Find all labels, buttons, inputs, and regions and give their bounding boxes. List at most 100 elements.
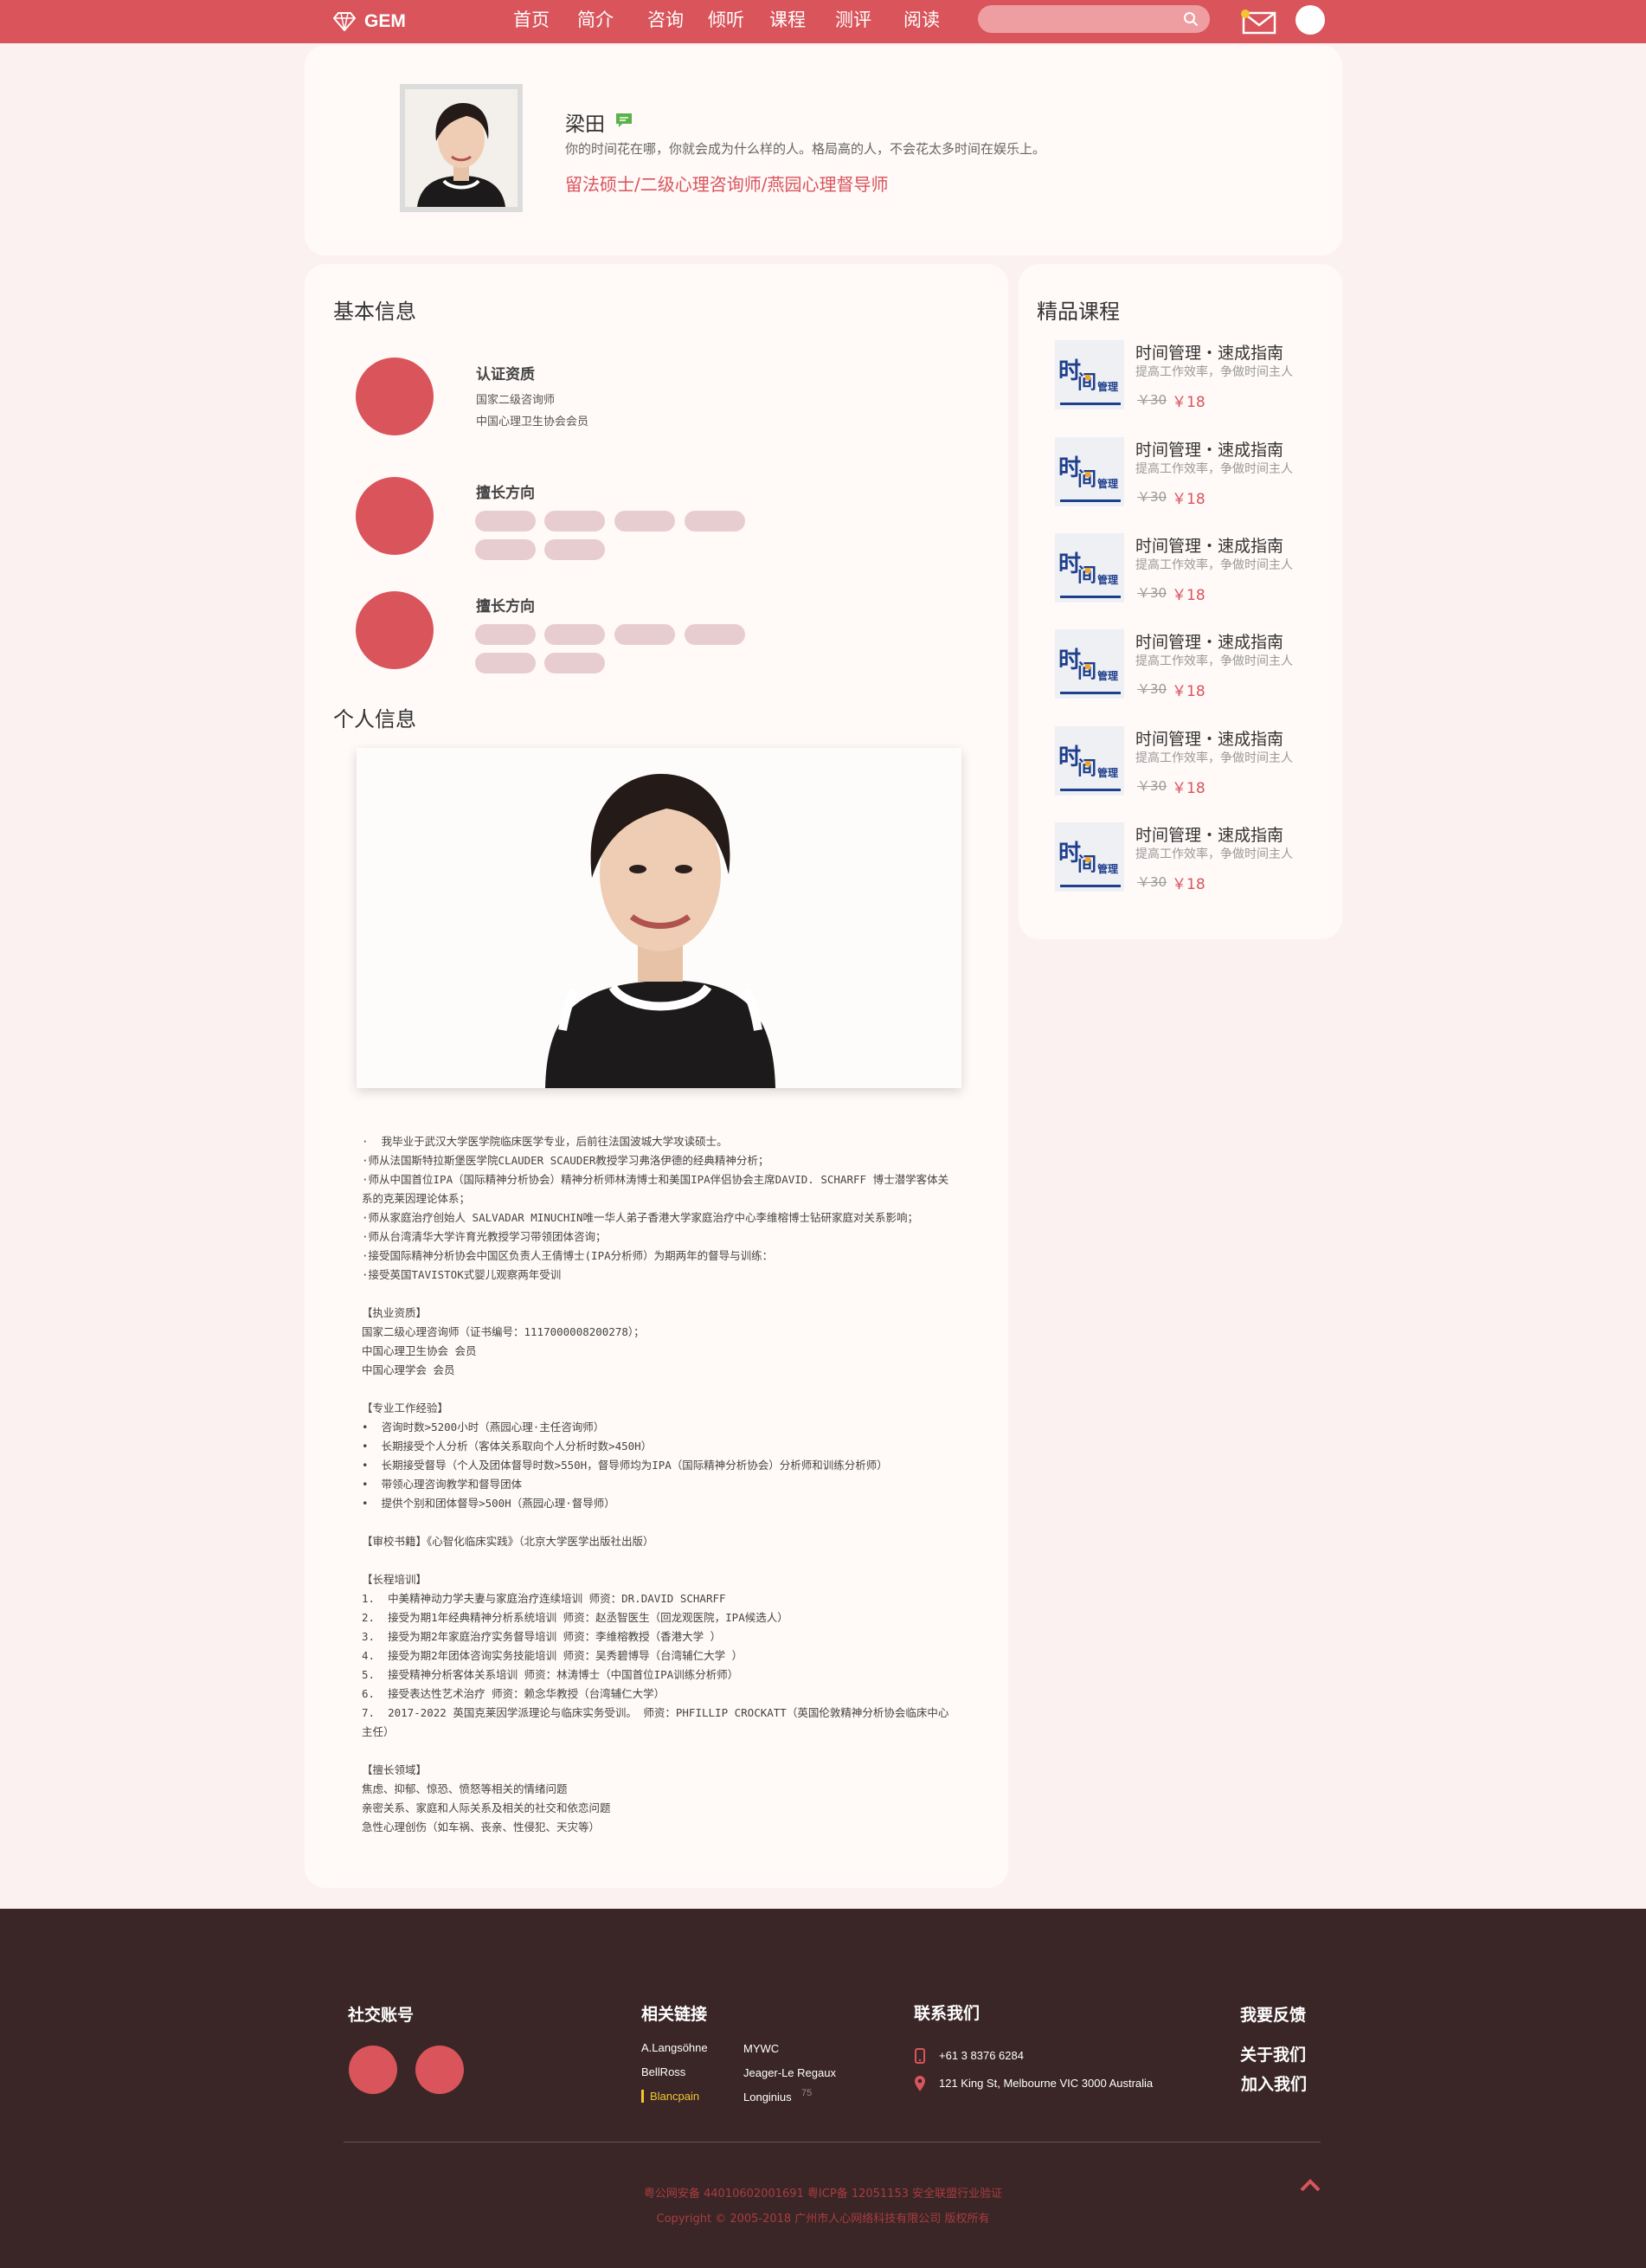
course-item[interactable]: 时间管理 时间管理・速成指南 提高工作效率，争做时间主人 ￥30 ￥18: [1055, 629, 1332, 707]
contact-address: 121 King St, Melbourne VIC 3000 Australi…: [939, 2077, 1154, 2090]
course-title[interactable]: 时间管理・速成指南: [1135, 629, 1283, 653]
back-to-top-icon[interactable]: [1300, 2178, 1321, 2192]
course-thumbnail[interactable]: 时间管理: [1055, 822, 1124, 892]
phone-icon: [915, 2048, 925, 2064]
profile-name: 梁田: [565, 113, 605, 136]
about-link[interactable]: 关于我们: [1240, 2042, 1306, 2065]
course-subtitle: 提高工作效率，争做时间主人: [1135, 847, 1293, 861]
social-title: 社交账号: [348, 2006, 415, 2025]
contact-title: 联系我们: [914, 2004, 981, 2023]
profile-titles: 留法硕士/二级心理咨询师/燕园心理督导师: [565, 174, 889, 195]
course-thumbnail[interactable]: 时间管理: [1055, 437, 1124, 506]
footer-link-active[interactable]: Blancpain: [650, 2090, 699, 2103]
personal-info-title: 个人信息: [333, 707, 416, 731]
thumb-char: 管理: [1097, 477, 1118, 490]
biography-text: · 我毕业于武汉大学医学院临床医学专业，后前往法国波城大学攻读硕士。 ·师从法国…: [362, 1135, 949, 1833]
specialty-tag[interactable]: [544, 539, 605, 560]
nav-intro[interactable]: 简介: [577, 0, 614, 43]
course-old-price: ￥30: [1137, 778, 1167, 794]
specialty-tag[interactable]: [685, 624, 745, 645]
specialty-tag[interactable]: [544, 511, 605, 532]
message-icon[interactable]: [615, 113, 633, 128]
social-icon[interactable]: [415, 2046, 464, 2094]
footer-link[interactable]: A.Langsöhne: [641, 2041, 708, 2054]
top-nav-bar: [0, 0, 1646, 43]
thumb-char: 管理: [1097, 766, 1118, 779]
specialty-tag[interactable]: [614, 624, 675, 645]
nav-reading[interactable]: 阅读: [903, 0, 940, 43]
feedback-link[interactable]: 我要反馈: [1240, 2002, 1306, 2026]
icp-info: 粤公网安备 44010602001691 粤ICP备 12051153 安全联盟…: [643, 2187, 1003, 2200]
site-logo[interactable]: GEM: [333, 7, 406, 36]
basic-info-title: 基本信息: [333, 300, 416, 324]
specialty-heading: 擅长方向: [476, 598, 535, 615]
course-title[interactable]: 时间管理・速成指南: [1135, 437, 1283, 461]
qualification-line: 国家二级咨询师: [476, 394, 556, 407]
course-price: ￥18: [1172, 683, 1206, 700]
portrait-photo: [357, 748, 961, 1088]
nav-courses[interactable]: 课程: [769, 0, 806, 43]
course-price: ￥18: [1172, 394, 1206, 411]
specialty-tag[interactable]: [614, 511, 675, 532]
course-title[interactable]: 时间管理・速成指南: [1135, 726, 1283, 750]
thumb-char: 管理: [1097, 669, 1118, 682]
user-avatar[interactable]: [1296, 5, 1325, 35]
thumb-char: 管理: [1097, 573, 1118, 586]
course-old-price: ￥30: [1137, 681, 1167, 697]
course-thumbnail[interactable]: 时间管理: [1055, 726, 1124, 796]
copyright: Copyright © 2005-2018 广州市人心网络科技有限公司 版权所有: [656, 2213, 990, 2226]
course-item[interactable]: 时间管理 时间管理・速成指南 提高工作效率，争做时间主人 ￥30 ￥18: [1055, 533, 1332, 611]
specialty-icon: [356, 477, 434, 555]
specialty-tag[interactable]: [475, 539, 536, 560]
course-subtitle: 提高工作效率，争做时间主人: [1135, 654, 1293, 668]
search-input[interactable]: [978, 5, 1210, 33]
course-item[interactable]: 时间管理 时间管理・速成指南 提高工作效率，争做时间主人 ￥30 ￥18: [1055, 726, 1332, 804]
course-old-price: ￥30: [1137, 874, 1167, 890]
course-title[interactable]: 时间管理・速成指南: [1135, 340, 1283, 364]
diamond-icon: [333, 12, 356, 31]
specialty-tag[interactable]: [475, 624, 536, 645]
course-subtitle: 提高工作效率，争做时间主人: [1135, 751, 1293, 765]
mail-icon[interactable]: [1239, 9, 1277, 35]
nav-assessment[interactable]: 测评: [835, 0, 871, 43]
course-subtitle: 提高工作效率，争做时间主人: [1135, 365, 1293, 379]
link-count: 75: [801, 2088, 813, 2098]
footer-link[interactable]: Jeager-Le Regaux: [743, 2066, 836, 2079]
course-title[interactable]: 时间管理・速成指南: [1135, 533, 1283, 557]
qualification-line: 中国心理卫生协会会员: [476, 416, 589, 428]
courses-title: 精品课程: [1037, 300, 1120, 324]
profile-motto: 你的时间花在哪，你就会成为什么样的人。格局高的人，不会花太多时间在娱乐上。: [565, 141, 1046, 157]
course-price: ￥18: [1172, 876, 1206, 893]
specialty-tag[interactable]: [685, 511, 745, 532]
course-item[interactable]: 时间管理 时间管理・速成指南 提高工作效率，争做时间主人 ￥30 ￥18: [1055, 340, 1332, 418]
course-thumbnail[interactable]: 时间管理: [1055, 340, 1124, 409]
footer-link[interactable]: MYWC: [743, 2042, 779, 2055]
search-icon[interactable]: [1183, 11, 1199, 27]
links-title: 相关链接: [641, 2005, 708, 2024]
logo-text: GEM: [364, 11, 406, 31]
profile-photo: [405, 89, 518, 207]
course-thumbnail[interactable]: 时间管理: [1055, 533, 1124, 602]
thumb-char: 管理: [1097, 380, 1118, 393]
course-item[interactable]: 时间管理 时间管理・速成指南 提高工作效率，争做时间主人 ￥30 ￥18: [1055, 822, 1332, 900]
footer-link[interactable]: BellRoss: [641, 2065, 685, 2078]
specialty-tag[interactable]: [475, 653, 536, 673]
footer-link[interactable]: Longinius: [743, 2091, 792, 2104]
contact-phone: +61 3 8376 6284: [939, 2049, 1024, 2062]
nav-home[interactable]: 首页: [513, 0, 550, 43]
course-thumbnail[interactable]: 时间管理: [1055, 629, 1124, 699]
specialty-tag[interactable]: [544, 653, 605, 673]
nav-consult[interactable]: 咨询: [647, 0, 684, 43]
specialty-heading: 擅长方向: [476, 485, 535, 502]
join-link[interactable]: 加入我们: [1241, 2071, 1307, 2095]
specialty-tag[interactable]: [544, 624, 605, 645]
specialty-tag[interactable]: [475, 511, 536, 532]
active-link-marker: [641, 2090, 644, 2103]
nav-listen[interactable]: 倾听: [708, 0, 744, 43]
course-title[interactable]: 时间管理・速成指南: [1135, 822, 1283, 846]
course-item[interactable]: 时间管理 时间管理・速成指南 提高工作效率，争做时间主人 ￥30 ￥18: [1055, 437, 1332, 515]
course-old-price: ￥30: [1137, 392, 1167, 408]
course-old-price: ￥30: [1137, 585, 1167, 601]
course-subtitle: 提高工作效率，争做时间主人: [1135, 462, 1293, 476]
social-icon[interactable]: [349, 2046, 397, 2094]
